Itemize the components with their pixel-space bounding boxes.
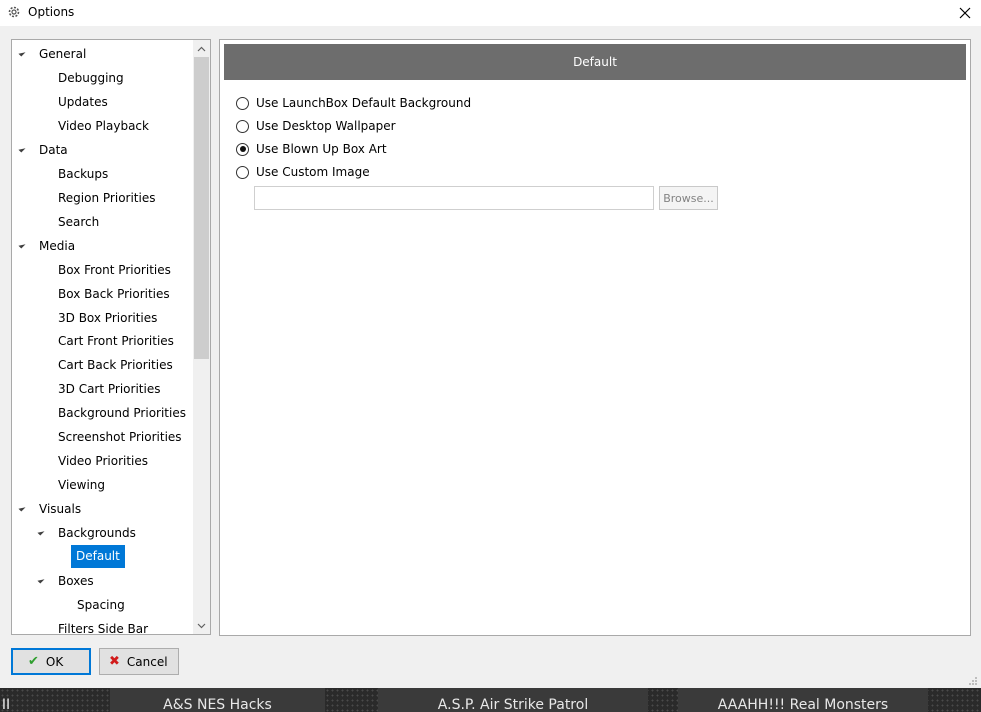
tree-item-backgrounds[interactable]: Backgrounds xyxy=(58,522,136,544)
tree-item-spacing[interactable]: Spacing xyxy=(77,594,125,616)
tree-item-cart-front-priorities[interactable]: Cart Front Priorities xyxy=(58,330,174,352)
window-title: Options xyxy=(28,5,75,19)
expander-icon[interactable] xyxy=(37,528,45,536)
expander-icon[interactable] xyxy=(18,49,26,57)
cancel-button[interactable]: ✖ Cancel xyxy=(99,648,179,675)
close-button[interactable] xyxy=(949,0,981,26)
game-tile: A&S NES Hacks xyxy=(110,688,325,712)
tree-item-background-priorities[interactable]: Background Priorities xyxy=(58,402,186,424)
tree-item-media[interactable]: Media xyxy=(39,235,75,257)
option-label: Use Custom Image xyxy=(256,165,370,179)
radio-button[interactable] xyxy=(236,165,249,179)
section-header: Default xyxy=(224,44,966,80)
scroll-down-button[interactable] xyxy=(193,617,210,634)
ok-button-label: OK xyxy=(45,654,64,669)
tree-item-backups[interactable]: Backups xyxy=(58,163,108,185)
game-tile: AAAHH!!! Real Monsters xyxy=(678,688,928,712)
expander-icon[interactable] xyxy=(18,504,26,512)
title-bar: Options xyxy=(0,0,981,26)
option-label: Use Desktop Wallpaper xyxy=(256,119,396,133)
option-blown-up-box-art[interactable]: Use Blown Up Box Art xyxy=(236,140,387,158)
tree-item-filters-side-bar[interactable]: Filters Side Bar xyxy=(58,618,148,634)
tree-item-3d-cart-priorities[interactable]: 3D Cart Priorities xyxy=(58,378,160,400)
gear-icon xyxy=(8,6,20,18)
chevron-down-icon xyxy=(197,623,206,628)
tree-item-3d-box-priorities[interactable]: 3D Box Priorities xyxy=(58,307,157,329)
radio-button[interactable] xyxy=(236,119,249,133)
game-tile: A.S.P. Air Strike Patrol xyxy=(378,688,648,712)
option-custom-image[interactable]: Use Custom Image xyxy=(236,163,370,181)
tree-item-box-back-priorities[interactable]: Box Back Priorities xyxy=(58,283,170,305)
background-game-list: II A&S NES Hacks A.S.P. Air Strike Patro… xyxy=(0,688,981,712)
tree-item-updates[interactable]: Updates xyxy=(58,91,108,113)
resize-grip-icon[interactable] xyxy=(968,676,978,686)
options-tree[interactable]: General Debugging Updates Video Playback… xyxy=(11,39,211,635)
option-label: Use Blown Up Box Art xyxy=(256,142,387,156)
tree-item-region-priorities[interactable]: Region Priorities xyxy=(58,187,155,209)
expander-icon[interactable] xyxy=(18,145,26,153)
option-desktop-wallpaper[interactable]: Use Desktop Wallpaper xyxy=(236,117,396,135)
tree-scrollbar[interactable] xyxy=(193,40,210,634)
browse-button[interactable]: Browse... xyxy=(659,186,718,210)
ok-button[interactable]: ✔ OK xyxy=(11,648,91,675)
tree-item-video-playback[interactable]: Video Playback xyxy=(58,115,149,137)
cancel-x-icon: ✖ xyxy=(109,654,120,669)
tree-item-video-priorities[interactable]: Video Priorities xyxy=(58,450,148,472)
tree-item-data[interactable]: Data xyxy=(39,139,68,161)
chevron-up-icon xyxy=(197,46,206,51)
tree-item-box-front-priorities[interactable]: Box Front Priorities xyxy=(58,259,171,281)
radio-button[interactable] xyxy=(236,96,249,110)
expander-icon[interactable] xyxy=(37,576,45,584)
game-tile: II xyxy=(1,697,11,712)
close-icon xyxy=(959,7,971,19)
tree-item-viewing[interactable]: Viewing xyxy=(58,474,105,496)
cancel-button-label: Cancel xyxy=(126,654,168,669)
tree-item-boxes[interactable]: Boxes xyxy=(58,570,94,592)
settings-panel: Default Use LaunchBox Default Background… xyxy=(219,39,971,636)
checkmark-icon: ✔ xyxy=(28,654,39,669)
tree-item-screenshot-priorities[interactable]: Screenshot Priorities xyxy=(58,426,182,448)
scroll-up-button[interactable] xyxy=(193,40,210,57)
option-launchbox-default-background[interactable]: Use LaunchBox Default Background xyxy=(236,94,471,112)
custom-image-path-input[interactable] xyxy=(254,186,654,210)
tree-item-general[interactable]: General xyxy=(39,43,86,65)
tree-item-default[interactable]: Default xyxy=(71,545,125,568)
tree-item-cart-back-priorities[interactable]: Cart Back Priorities xyxy=(58,354,173,376)
tree-item-visuals[interactable]: Visuals xyxy=(39,498,81,520)
option-label: Use LaunchBox Default Background xyxy=(256,96,472,110)
radio-button-selected[interactable] xyxy=(236,142,249,156)
tree-item-search[interactable]: Search xyxy=(58,211,99,233)
scroll-thumb[interactable] xyxy=(194,57,209,359)
expander-icon[interactable] xyxy=(18,241,26,249)
tree-item-debugging[interactable]: Debugging xyxy=(58,67,124,89)
